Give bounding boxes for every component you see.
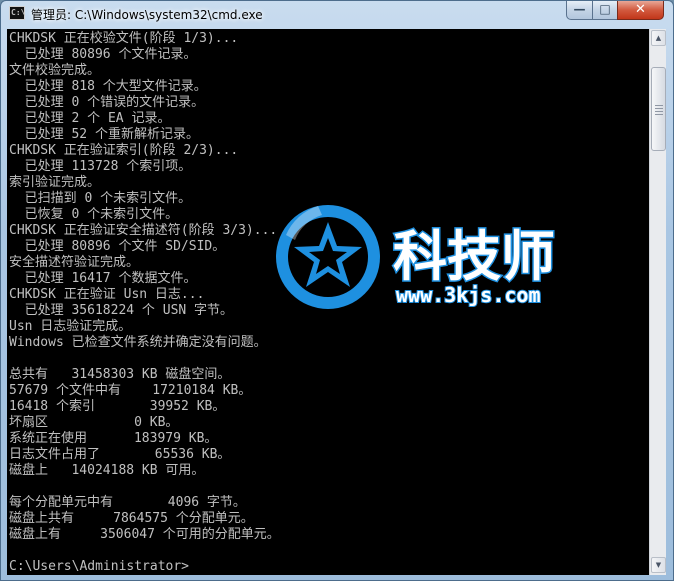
console-line: Usn 日志验证完成。 <box>9 319 132 334</box>
console-line: CHKDSK 正在校验文件(阶段 1/3)... <box>9 31 239 46</box>
console-line: 安全描述符验证完成。 <box>9 255 140 270</box>
cmd-window: C:\ 管理员: C:\Windows\system32\cmd.exe — □… <box>0 0 674 581</box>
console-line: 57679 个文件中有 17210184 KB。 <box>9 383 252 398</box>
console-output[interactable]: CHKDSK 正在校验文件(阶段 1/3)... 已处理 80896 个文件记录… <box>7 29 649 575</box>
console-line: CHKDSK 正在验证安全描述符(阶段 3/3)... <box>9 223 278 238</box>
console-line: 已处理 2 个 EA 记录。 <box>9 111 171 126</box>
console-line: 已处理 16417 个数据文件。 <box>9 271 197 286</box>
scroll-up-arrow-icon[interactable]: ▲ <box>651 30 666 46</box>
console-line: 已处理 818 个大型文件记录。 <box>9 79 207 94</box>
console-line: 已扫描到 0 个未索引文件。 <box>9 191 192 206</box>
thumb-grip-line <box>655 114 663 115</box>
thumb-grip-line <box>655 111 663 112</box>
scroll-thumb[interactable] <box>651 67 666 151</box>
console-line: 文件校验完成。 <box>9 63 101 78</box>
minimize-button[interactable]: — <box>566 1 593 20</box>
console-line: 磁盘上共有 7864575 个分配单元。 <box>9 511 254 526</box>
maximize-button[interactable]: □ <box>592 1 618 20</box>
cmd-app-icon[interactable]: C:\ <box>9 6 25 20</box>
console-line: 已处理 113728 个索引项。 <box>9 159 192 174</box>
console-line: CHKDSK 正在验证 Usn 日志... <box>9 287 205 302</box>
console-line: C:\Users\Administrator> <box>9 559 190 574</box>
scroll-down-arrow-icon[interactable]: ▼ <box>651 557 666 573</box>
console-line: 索引验证完成。 <box>9 175 101 190</box>
console-line: 坏扇区 0 KB。 <box>9 415 179 430</box>
console-line: 16418 个索引 39952 KB。 <box>9 399 226 414</box>
console-line: 已处理 52 个重新解析记录。 <box>9 127 199 142</box>
console-line: 已处理 80896 个文件 SD/SID。 <box>9 239 226 254</box>
console-line: CHKDSK 正在验证索引(阶段 2/3)... <box>9 143 239 158</box>
console-line: 已处理 80896 个文件记录。 <box>9 47 197 62</box>
console-line: 系统正在使用 183979 KB。 <box>9 431 218 446</box>
console-line: 已处理 35618224 个 USN 字节。 <box>9 303 234 318</box>
console-line: 磁盘上 14024188 KB 可用。 <box>9 463 205 478</box>
close-button[interactable]: ✕ <box>617 1 664 20</box>
console-line: 已处理 0 个错误的文件记录。 <box>9 95 205 110</box>
vertical-scrollbar[interactable]: ▲ ▼ <box>649 29 666 575</box>
thumb-grip-line <box>655 108 663 109</box>
console-line: 每个分配单元中有 4096 字节。 <box>9 495 246 510</box>
window-title: 管理员: C:\Windows\system32\cmd.exe <box>31 8 263 22</box>
thumb-grip-line <box>655 105 663 106</box>
console-line: 磁盘上有 3506047 个可用的分配单元。 <box>9 527 280 542</box>
console-line: Windows 已检查文件系统并确定没有问题。 <box>9 335 267 350</box>
console-line: 已恢复 0 个未索引文件。 <box>9 207 179 222</box>
console-line: 总共有 31458303 KB 磁盘空间。 <box>9 367 231 382</box>
console-line: 日志文件占用了 65536 KB。 <box>9 447 231 462</box>
